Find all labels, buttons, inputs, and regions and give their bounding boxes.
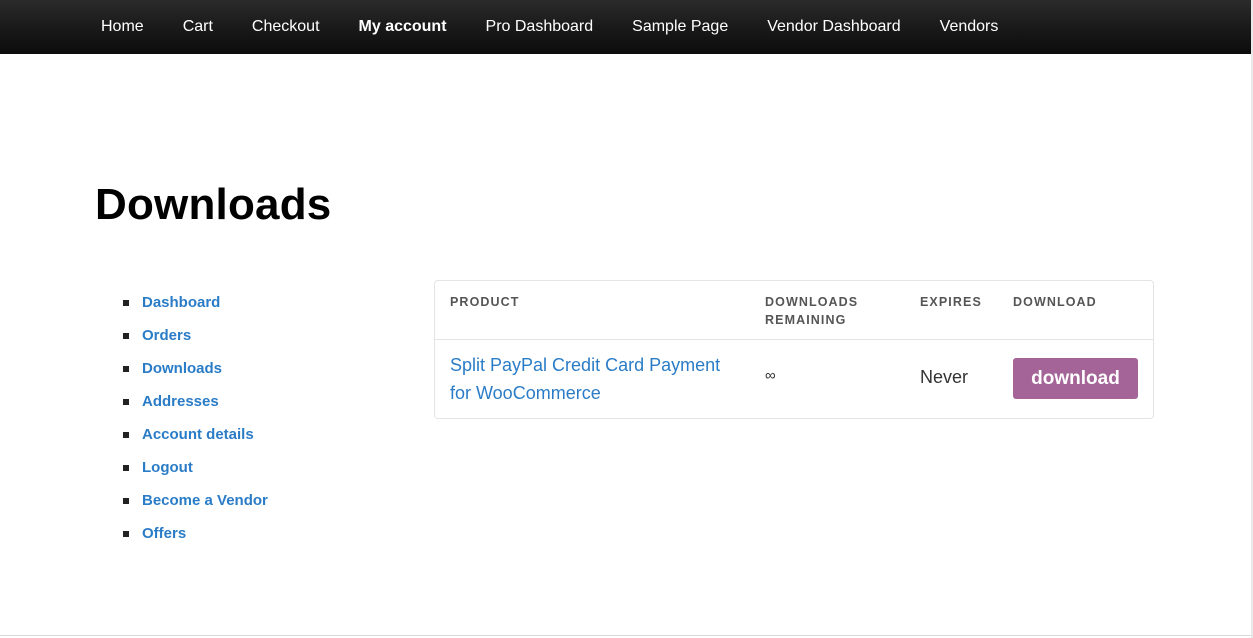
column-header-downloads-remaining: DOWNLOADS REMAINING (765, 293, 885, 329)
square-bullet-icon (123, 431, 129, 438)
account-nav-item-logout: Logout (123, 451, 268, 484)
square-bullet-icon (123, 332, 129, 339)
square-bullet-icon (123, 530, 129, 537)
account-nav-link-addresses[interactable]: Addresses (142, 393, 219, 410)
square-bullet-icon (123, 464, 129, 471)
nav-item-pro-dashboard[interactable]: Pro Dashboard (486, 0, 594, 54)
square-bullet-icon (123, 497, 129, 504)
account-nav-link-logout[interactable]: Logout (142, 459, 193, 476)
expires-value: Never (920, 367, 969, 387)
account-nav-link-dashboard[interactable]: Dashboard (142, 294, 220, 311)
square-bullet-icon (123, 398, 129, 405)
footer-divider (0, 635, 1251, 636)
product-name-line2[interactable]: for WooCommerce (450, 379, 750, 407)
downloads-remaining-value: ∞ (765, 367, 776, 384)
table-header: PRODUCT DOWNLOADS REMAINING EXPIRES DOWN… (435, 281, 1153, 340)
account-nav-item-account-details: Account details (123, 418, 268, 451)
nav-item-sample-page[interactable]: Sample Page (632, 0, 728, 54)
account-nav-item-orders: Orders (123, 319, 268, 352)
nav-item-checkout[interactable]: Checkout (252, 0, 320, 54)
nav-item-my-account[interactable]: My account (359, 0, 447, 54)
nav-item-vendors[interactable]: Vendors (940, 0, 999, 54)
page-title: Downloads (95, 180, 332, 229)
downloads-table: PRODUCT DOWNLOADS REMAINING EXPIRES DOWN… (434, 280, 1154, 419)
column-header-download: DOWNLOAD (1013, 295, 1097, 309)
nav-item-vendor-dashboard[interactable]: Vendor Dashboard (767, 0, 900, 54)
nav-item-home[interactable]: Home (101, 0, 144, 54)
product-name-line1[interactable]: Split PayPal Credit Card Payment (450, 351, 750, 379)
account-nav-link-offers[interactable]: Offers (142, 525, 186, 542)
product-link[interactable]: Split PayPal Credit Card Payment for Woo… (450, 351, 750, 407)
square-bullet-icon (123, 365, 129, 372)
top-nav-menu: Home Cart Checkout My account Pro Dashbo… (0, 0, 1251, 54)
account-nav-item-addresses: Addresses (123, 385, 268, 418)
column-header-remaining-line2: REMAINING (765, 313, 847, 327)
account-nav-item-downloads: Downloads (123, 352, 268, 385)
account-nav-link-become-vendor[interactable]: Become a Vendor (142, 492, 268, 509)
account-nav-item-become-vendor: Become a Vendor (123, 484, 268, 517)
column-header-expires: EXPIRES (920, 295, 982, 309)
account-nav-link-orders[interactable]: Orders (142, 327, 191, 344)
account-nav-item-dashboard: Dashboard (123, 286, 268, 319)
nav-item-cart[interactable]: Cart (183, 0, 213, 54)
account-nav-item-offers: Offers (123, 517, 268, 550)
square-bullet-icon (123, 299, 129, 306)
account-navigation: Dashboard Orders Downloads Addresses Acc… (123, 286, 268, 550)
top-navigation-bar: Home Cart Checkout My account Pro Dashbo… (0, 0, 1251, 54)
column-header-remaining-line1: DOWNLOADS (765, 295, 859, 309)
column-header-product: PRODUCT (450, 295, 520, 309)
account-nav-link-downloads[interactable]: Downloads (142, 360, 222, 377)
account-nav-link-account-details[interactable]: Account details (142, 426, 254, 443)
download-button[interactable]: download (1013, 358, 1138, 399)
